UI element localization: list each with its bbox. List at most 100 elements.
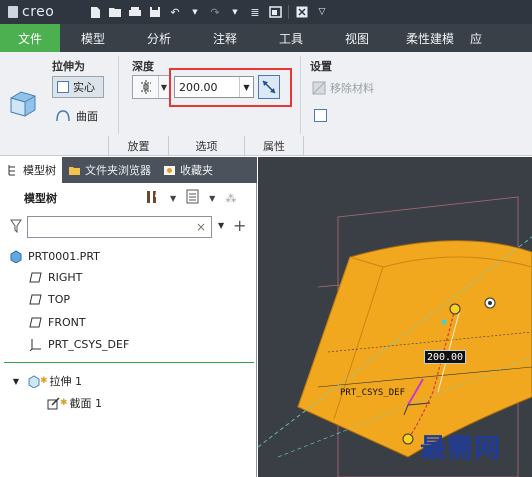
add-filter-icon[interactable]: +	[233, 216, 246, 235]
tree-item-top[interactable]: TOP	[28, 292, 70, 306]
extrude-icon	[26, 374, 40, 388]
tab-options[interactable]: 选项	[168, 136, 244, 156]
tree-item-label: TOP	[48, 292, 71, 306]
close-window-icon[interactable]	[295, 5, 309, 19]
tree-item-label: FRONT	[48, 315, 86, 329]
creo-logo: creo	[0, 4, 80, 20]
tab-folder-browser[interactable]: 文件夹浏览器	[62, 157, 157, 183]
flip-direction-button[interactable]	[258, 75, 280, 99]
undo-dropdown-icon[interactable]: ▼	[188, 5, 202, 19]
tab-view[interactable]: 视图	[324, 24, 390, 52]
depth-point	[441, 319, 447, 325]
tree-item-section[interactable]: ✱ 截面 1	[46, 395, 102, 411]
clear-filter-icon[interactable]: ×	[196, 220, 206, 234]
regenerate-icon[interactable]: ≣	[248, 5, 262, 19]
insert-here-line	[4, 362, 254, 363]
tab-analysis[interactable]: 分析	[126, 24, 192, 52]
extrude-as-label: 拉伸为	[52, 60, 85, 73]
surface-button[interactable]: 曲面	[56, 108, 98, 124]
print-icon[interactable]	[128, 5, 142, 19]
filter-row: × ▼ +	[0, 213, 257, 241]
separator	[288, 5, 289, 19]
redo-icon[interactable]: ↷	[208, 5, 222, 19]
depth-dimension-label[interactable]: 200.00	[424, 350, 466, 364]
surface-label: 曲面	[76, 110, 98, 123]
solid-icon	[57, 81, 69, 93]
group-divider	[118, 56, 119, 134]
tab-tools[interactable]: 工具	[258, 24, 324, 52]
logo-icon	[8, 6, 18, 18]
tab-properties[interactable]: 属性	[244, 136, 304, 156]
tab-model[interactable]: 模型	[60, 24, 126, 52]
tree-item-right[interactable]: RIGHT	[28, 270, 82, 284]
tab-favorites[interactable]: 收藏夹	[157, 157, 219, 183]
remove-material-label: 移除材料	[330, 82, 374, 95]
tree-settings-dropdown-icon[interactable]: ▼	[170, 194, 176, 203]
solid-button[interactable]: 实心	[52, 76, 104, 98]
flip-direction-icon	[262, 80, 276, 94]
logo-text: creo	[22, 4, 55, 20]
model-tree-header: 模型树 ▼ ▼ ⁂	[0, 185, 257, 211]
tree-item-label: 截面 1	[69, 397, 103, 410]
group-divider	[300, 56, 301, 134]
depth-type-dropdown-icon[interactable]: ▼	[159, 83, 169, 92]
csys-label: PRT_CSYS_DEF	[340, 388, 406, 398]
tree-item-csys[interactable]: PRT_CSYS_DEF	[28, 337, 129, 351]
model-tree-panel: 模型树 文件夹浏览器 收藏夹 模型树 ▼ ▼ ⁂ × ▼ + PRT0001.P…	[0, 157, 257, 477]
tab-placement[interactable]: 放置	[108, 136, 168, 156]
tab-applications[interactable]: 应	[470, 24, 488, 52]
direction-marker-center	[488, 301, 492, 305]
coordinate-system-icon	[28, 337, 42, 351]
customize-dropdown-icon[interactable]: ▽	[315, 5, 329, 19]
tree-settings-icon[interactable]	[144, 189, 160, 208]
depth-dropdown-icon[interactable]: ▼	[239, 77, 253, 97]
filter-input[interactable]: ×	[27, 216, 212, 238]
depth-type-selector[interactable]: ▼	[132, 75, 170, 99]
save-icon[interactable]	[148, 5, 162, 19]
extrude-feature-icon	[10, 91, 36, 117]
new-feature-star-icon: ✱	[40, 376, 48, 386]
thicken-toggle[interactable]	[314, 109, 327, 122]
depth-value-input[interactable]: 200.00 ▼	[174, 76, 254, 98]
undo-icon[interactable]: ↶	[168, 5, 182, 19]
tree-filter-settings-icon[interactable]: ⁂	[225, 192, 236, 205]
watermark: 最需网	[420, 434, 502, 464]
tab-annotate[interactable]: 注释	[192, 24, 258, 52]
redo-dropdown-icon[interactable]: ▼	[228, 5, 242, 19]
tree-item-label: 拉伸 1	[49, 375, 83, 388]
ribbon-tabs: 文件 模型 分析 注释 工具 视图 柔性建模 应	[0, 24, 532, 52]
model-tree-title: 模型树	[24, 192, 57, 205]
expand-arrow-icon[interactable]: ▼	[12, 374, 20, 388]
open-icon[interactable]	[108, 5, 122, 19]
show-dropdown-icon[interactable]: ▼	[209, 194, 215, 203]
windows-icon[interactable]	[268, 5, 282, 19]
depth-value[interactable]: 200.00	[175, 81, 239, 94]
filter-icon[interactable]	[10, 219, 22, 236]
drag-handle	[402, 433, 414, 445]
remove-material-button[interactable]: 移除材料	[312, 80, 374, 96]
datum-plane-icon	[28, 292, 42, 306]
tree-tools: ▼ ▼ ⁂	[144, 189, 236, 208]
model-tree-icon	[6, 164, 19, 177]
extrude-body	[297, 240, 532, 458]
settings-label: 设置	[310, 60, 332, 73]
tree-item-extrude[interactable]: ▼ ✱ 拉伸 1	[12, 373, 82, 389]
folder-icon	[68, 164, 81, 177]
tree-item-part[interactable]: PRT0001.PRT	[8, 249, 100, 263]
datum-plane-icon	[28, 315, 42, 329]
show-icon[interactable]	[186, 189, 199, 207]
tab-flexible-modeling[interactable]: 柔性建模	[390, 24, 470, 52]
drag-handle	[449, 303, 461, 315]
remove-material-icon	[312, 81, 326, 95]
depth-label: 深度	[132, 60, 154, 73]
filter-dropdown-icon[interactable]: ▼	[218, 221, 224, 230]
tree-item-label: RIGHT	[48, 270, 83, 284]
new-icon[interactable]	[88, 5, 102, 19]
part-icon	[8, 249, 22, 263]
surface-icon	[56, 110, 70, 122]
tree-item-front[interactable]: FRONT	[28, 315, 86, 329]
tab-model-tree[interactable]: 模型树	[0, 157, 62, 183]
solid-label: 实心	[73, 81, 95, 94]
tab-file[interactable]: 文件	[0, 24, 60, 52]
tree-item-label: PRT_CSYS_DEF	[48, 337, 130, 351]
